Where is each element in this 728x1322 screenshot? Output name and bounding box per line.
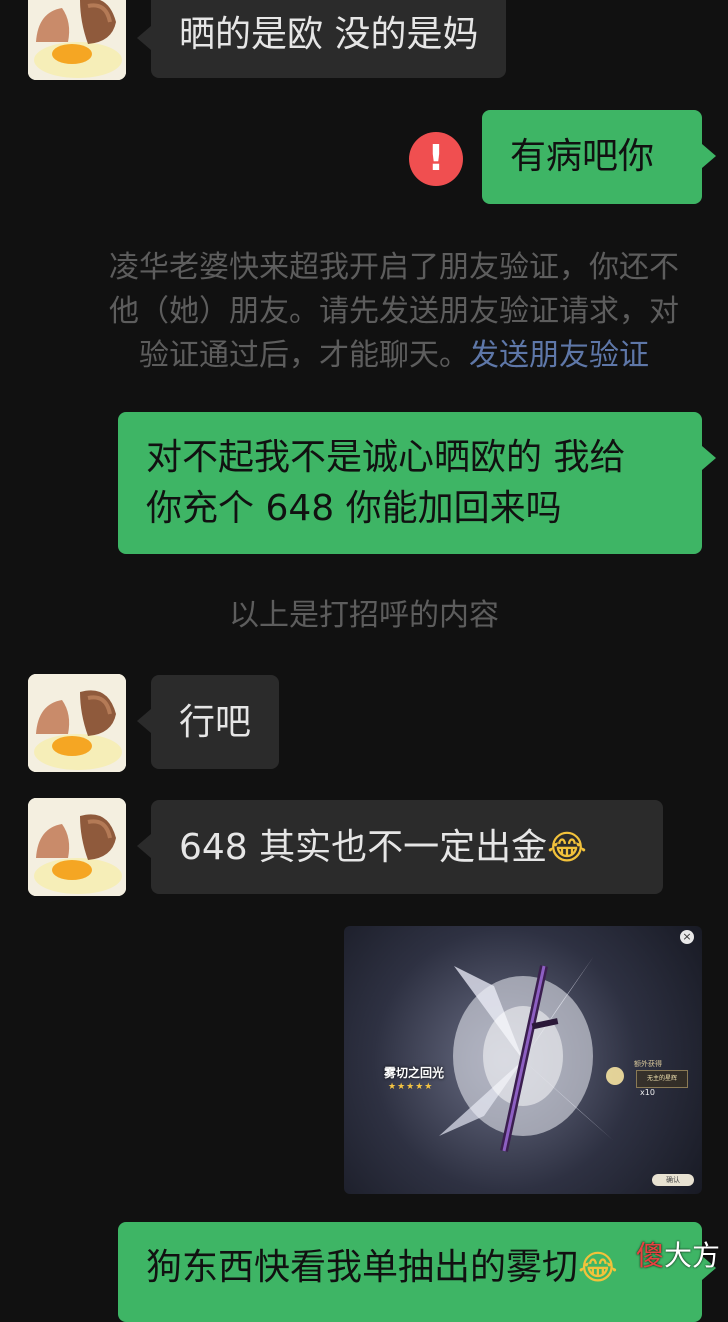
close-icon[interactable]: × (680, 930, 694, 944)
watermark-text: 傻 (636, 1239, 665, 1272)
laugh-cry-emoji-icon: 😂 (547, 828, 587, 868)
contact-avatar[interactable] (28, 798, 126, 896)
message-text: 你充个 648 你能加回来吗 (146, 488, 562, 529)
egg-avatar-icon (28, 0, 126, 80)
message-text: 有病吧你 (510, 136, 655, 177)
egg-avatar-icon (28, 798, 126, 896)
notice-line: 验证通过后，才能聊天。 (139, 338, 469, 373)
send-verification-link[interactable]: 发送朋友验证 (469, 338, 649, 373)
rarity-stars: ★★★★★ (388, 1082, 434, 1092)
incoming-message-bubble[interactable]: 晒的是欧 没的是妈 (136, 0, 507, 78)
error-exclamation-icon[interactable]: ! (409, 132, 463, 186)
weapon-name: 雾切之回光 (384, 1066, 445, 1080)
contact-avatar[interactable] (28, 674, 126, 772)
egg-avatar-icon (28, 674, 126, 772)
notice-line: 他（她）朋友。请先发送朋友验证请求，对 (109, 294, 679, 329)
message-text: 行吧 (179, 702, 252, 743)
message-text: 狗东西快看我单抽出的雾切 (146, 1247, 579, 1288)
message-text: 对不起我不是诚心晒欧的 我给 (146, 437, 626, 478)
watermark: 傻大方 (636, 1238, 720, 1274)
outgoing-message-bubble[interactable]: 狗东西快看我单抽出的雾切😂 (118, 1222, 716, 1322)
outgoing-message-bubble[interactable]: 有病吧你 (482, 110, 716, 204)
bonus-item: 无主的星辉 (636, 1070, 688, 1088)
laugh-cry-emoji-icon: 😂 (578, 1248, 618, 1288)
contact-avatar[interactable] (28, 0, 126, 80)
message-text: 648 其实也不一定出金 (179, 827, 548, 868)
incoming-message-bubble[interactable]: 648 其实也不一定出金😂 (137, 800, 663, 894)
incoming-message-bubble[interactable]: 行吧 (136, 675, 280, 769)
notice-line: 凌华老婆快来超我开启了朋友验证，你还不 (109, 250, 679, 285)
outgoing-message-bubble[interactable]: 对不起我不是诚心晒欧的 我给 你充个 648 你能加回来吗 (118, 412, 716, 554)
confirm-button: 确认 (652, 1174, 694, 1186)
bonus-label: 额外获得 (634, 1060, 662, 1068)
watermark-text: 大方 (664, 1239, 721, 1272)
greeting-hint: 以上是打招呼的内容 (229, 598, 499, 633)
friend-verification-notice: 凌华老婆快来超我开启了朋友验证，你还不 他（她）朋友。请先发送朋友验证请求，对 … (60, 246, 728, 378)
bonus-count: x10 (640, 1088, 655, 1097)
image-message[interactable]: × 雾切之回光 ★★★★★ 额外获得 无主的星辉 x10 确认 (344, 926, 702, 1194)
message-text: 晒的是欧 没的是妈 (179, 14, 479, 55)
